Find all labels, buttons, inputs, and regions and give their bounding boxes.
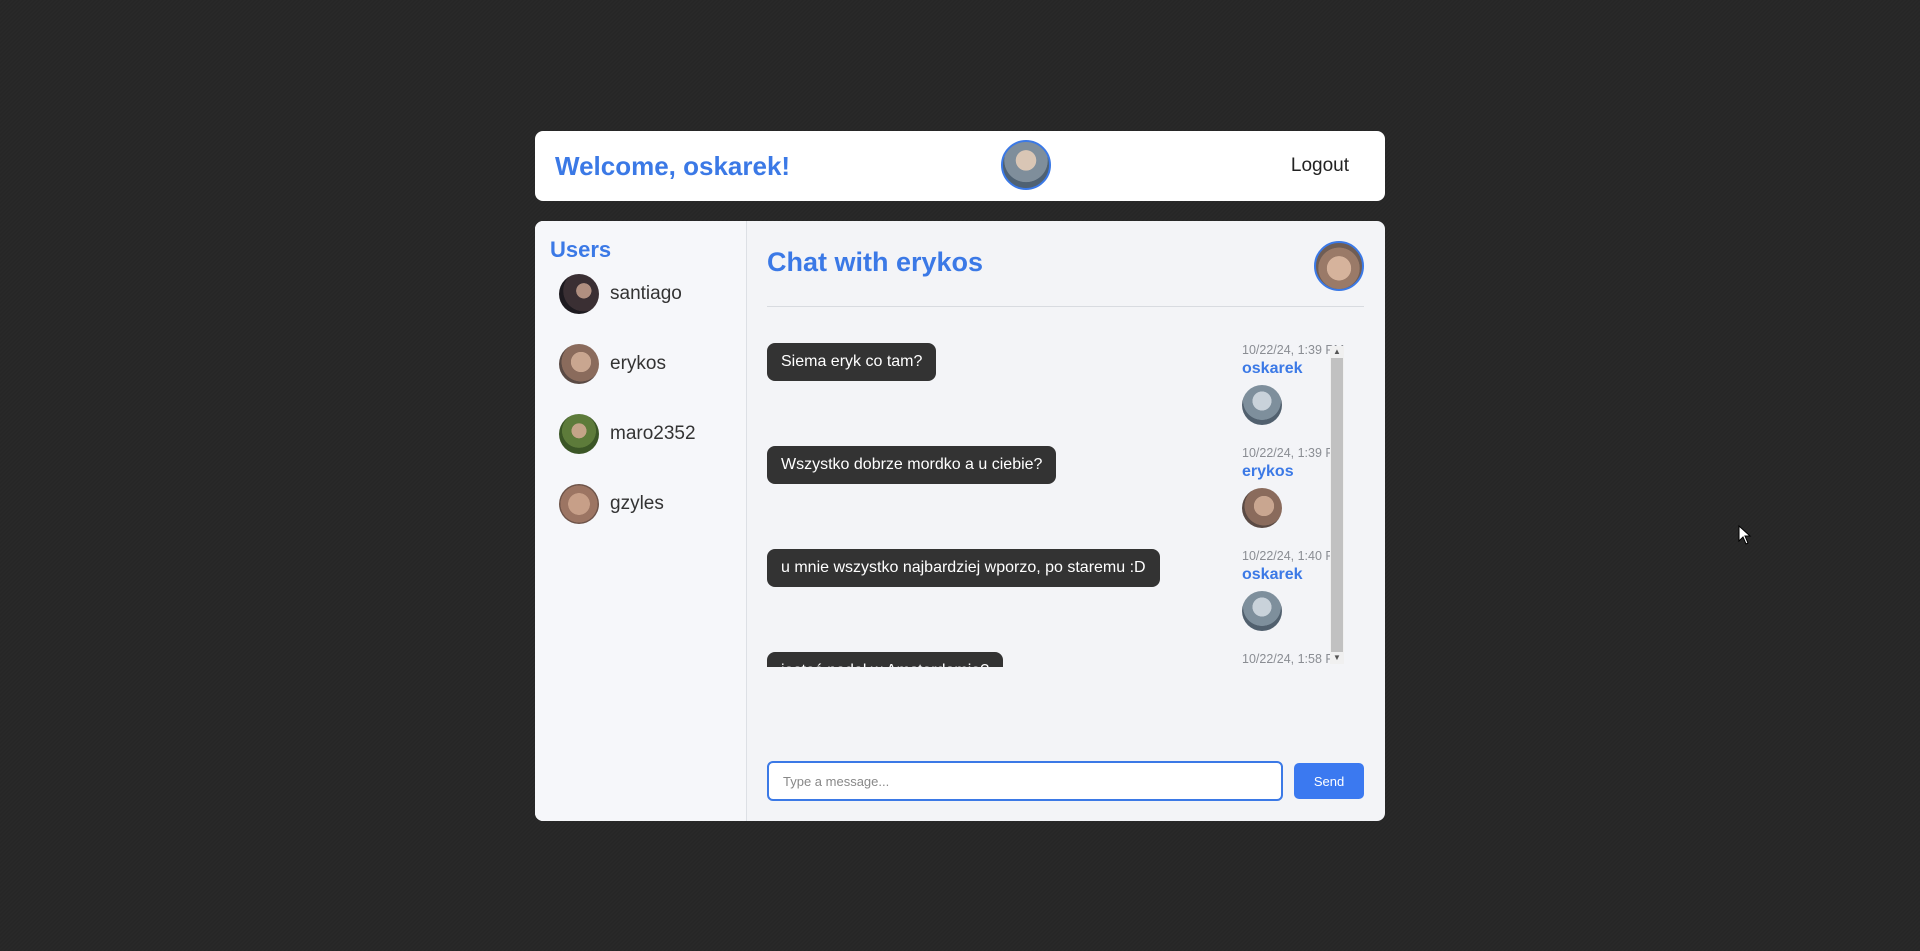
message-input[interactable]: [767, 761, 1283, 801]
scroll-down-icon[interactable]: ▼: [1330, 652, 1344, 664]
header-bar: Welcome, oskarek! Logout: [535, 131, 1385, 201]
sidebar-item-erykos[interactable]: erykos: [559, 344, 729, 386]
users-sidebar: Users santiago erykos maro2352 gzyles: [535, 221, 747, 821]
sender-avatar: [1242, 591, 1282, 631]
message-sender: oskarek: [1242, 566, 1303, 583]
message-timestamp: 10/22/24, 1:39 PM: [1242, 446, 1345, 460]
avatar: [559, 414, 599, 454]
user-name: gzyles: [610, 493, 664, 514]
message-composer: Send: [767, 761, 1364, 801]
scrollbar-thumb[interactable]: [1331, 358, 1343, 652]
sender-avatar: [1242, 385, 1282, 425]
avatar: [559, 274, 599, 314]
message-bubble: jesteś nadal w Amsterdamie?: [767, 652, 1004, 667]
logout-button[interactable]: Logout: [1275, 147, 1365, 185]
message-bubble: Siema eryk co tam?: [767, 343, 937, 381]
sidebar-item-maro2352[interactable]: maro2352: [559, 414, 729, 456]
message-item: Siema eryk co tam? 10/22/24, 1:39 PM osk…: [767, 343, 1364, 446]
message-item: Wszystko dobrze mordko a u ciebie? 10/22…: [767, 446, 1364, 549]
user-name: maro2352: [610, 423, 696, 444]
message-sender: erykos: [1242, 463, 1294, 480]
divider: [767, 306, 1364, 307]
message-item: jesteś nadal w Amsterdamie? 10/22/24, 1:…: [767, 652, 1364, 667]
avatar: [559, 344, 599, 384]
avatar: [559, 484, 599, 524]
send-button[interactable]: Send: [1294, 763, 1364, 799]
message-bubble: Wszystko dobrze mordko a u ciebie?: [767, 446, 1057, 484]
chat-title: Chat with erykos: [767, 247, 984, 277]
scroll-up-icon[interactable]: ▲: [1330, 346, 1344, 358]
current-user-avatar[interactable]: [1001, 140, 1051, 190]
message-sender: oskarek: [1242, 360, 1303, 377]
message-timestamp: 10/22/24, 1:39 PM: [1242, 343, 1345, 357]
sidebar-item-santiago[interactable]: santiago: [559, 274, 729, 316]
chat-area: Chat with erykos Siema eryk co tam? 10/2…: [747, 221, 1385, 821]
user-name: santiago: [610, 283, 682, 304]
message-timestamp: 10/22/24, 1:40 PM: [1242, 549, 1345, 563]
users-title: Users: [550, 237, 612, 262]
user-name: erykos: [610, 353, 666, 374]
mouse-cursor-icon: [1738, 525, 1752, 545]
sidebar-item-gzyles[interactable]: gzyles: [559, 484, 729, 526]
sender-avatar: [1242, 488, 1282, 528]
message-bubble: u mnie wszystko najbardziej wporzo, po s…: [767, 549, 1160, 587]
chat-partner-avatar: [1314, 241, 1364, 291]
message-scrollbar[interactable]: ▲ ▼: [1330, 346, 1344, 664]
welcome-title: Welcome, oskarek!: [555, 151, 791, 181]
message-timestamp: 10/22/24, 1:58 PM: [1242, 652, 1345, 666]
message-list[interactable]: Siema eryk co tam? 10/22/24, 1:39 PM osk…: [767, 343, 1364, 667]
message-item: u mnie wszystko najbardziej wporzo, po s…: [767, 549, 1364, 652]
chat-app-panel: Users santiago erykos maro2352 gzyles Ch…: [535, 221, 1385, 821]
